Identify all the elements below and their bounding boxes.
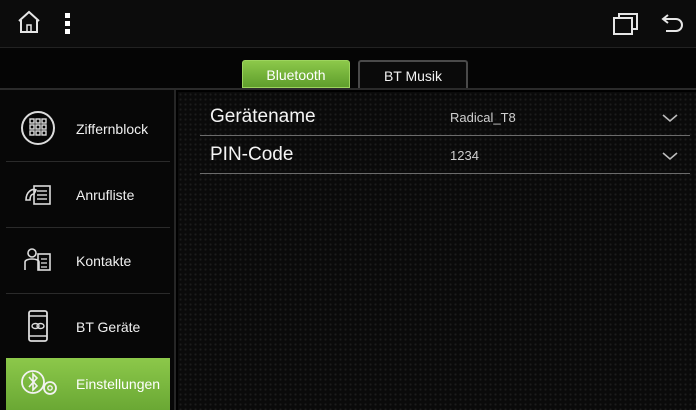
sidebar-item-kontakte[interactable]: Kontakte xyxy=(6,228,170,294)
setting-value: 1234 xyxy=(450,148,479,163)
dialpad-icon xyxy=(20,110,56,146)
recents-icon[interactable] xyxy=(612,12,640,41)
sidebar-item-bt-geraete[interactable]: BT Geräte xyxy=(6,294,170,360)
sidebar-item-anrufliste[interactable]: Anrufliste xyxy=(6,162,170,228)
more-vertical-icon[interactable] xyxy=(64,12,72,39)
chevron-down-icon[interactable] xyxy=(662,148,678,166)
bluetooth-settings-icon xyxy=(20,366,57,402)
back-icon[interactable] xyxy=(660,13,684,38)
status-bar xyxy=(0,0,696,48)
sidebar-item-label: Anrufliste xyxy=(76,186,135,203)
setting-row-pin-code[interactable]: PIN-Code 1234 xyxy=(200,138,690,174)
settings-panel: Gerätename Radical_T8 PIN-Code 1234 xyxy=(178,92,696,410)
setting-label: PIN-Code xyxy=(210,144,294,165)
call-log-icon xyxy=(20,176,56,212)
home-icon[interactable] xyxy=(16,10,42,39)
sidebar-item-label: Einstellungen xyxy=(76,376,161,392)
sidebar: Ziffernblock Anrufliste Kontakte BT Gerä… xyxy=(0,90,176,410)
chevron-down-icon[interactable] xyxy=(662,110,678,128)
sidebar-item-label: Kontakte xyxy=(76,252,132,269)
sidebar-item-einstellungen[interactable]: Einstellungen xyxy=(6,358,170,410)
sidebar-item-label: Ziffernblock xyxy=(76,120,149,137)
tab-bar: Bluetooth BT Musik xyxy=(0,48,696,90)
sidebar-item-label: BT Geräte xyxy=(76,318,141,335)
tab-bt-musik[interactable]: BT Musik xyxy=(358,60,468,88)
contacts-icon xyxy=(20,242,56,278)
setting-label: Gerätename xyxy=(210,106,316,127)
sidebar-item-ziffernblock[interactable]: Ziffernblock xyxy=(6,96,170,162)
setting-value: Radical_T8 xyxy=(450,110,516,125)
phone-link-icon xyxy=(20,308,56,344)
tab-bluetooth[interactable]: Bluetooth xyxy=(242,60,350,88)
setting-row-geraetename[interactable]: Gerätename Radical_T8 xyxy=(200,100,690,136)
